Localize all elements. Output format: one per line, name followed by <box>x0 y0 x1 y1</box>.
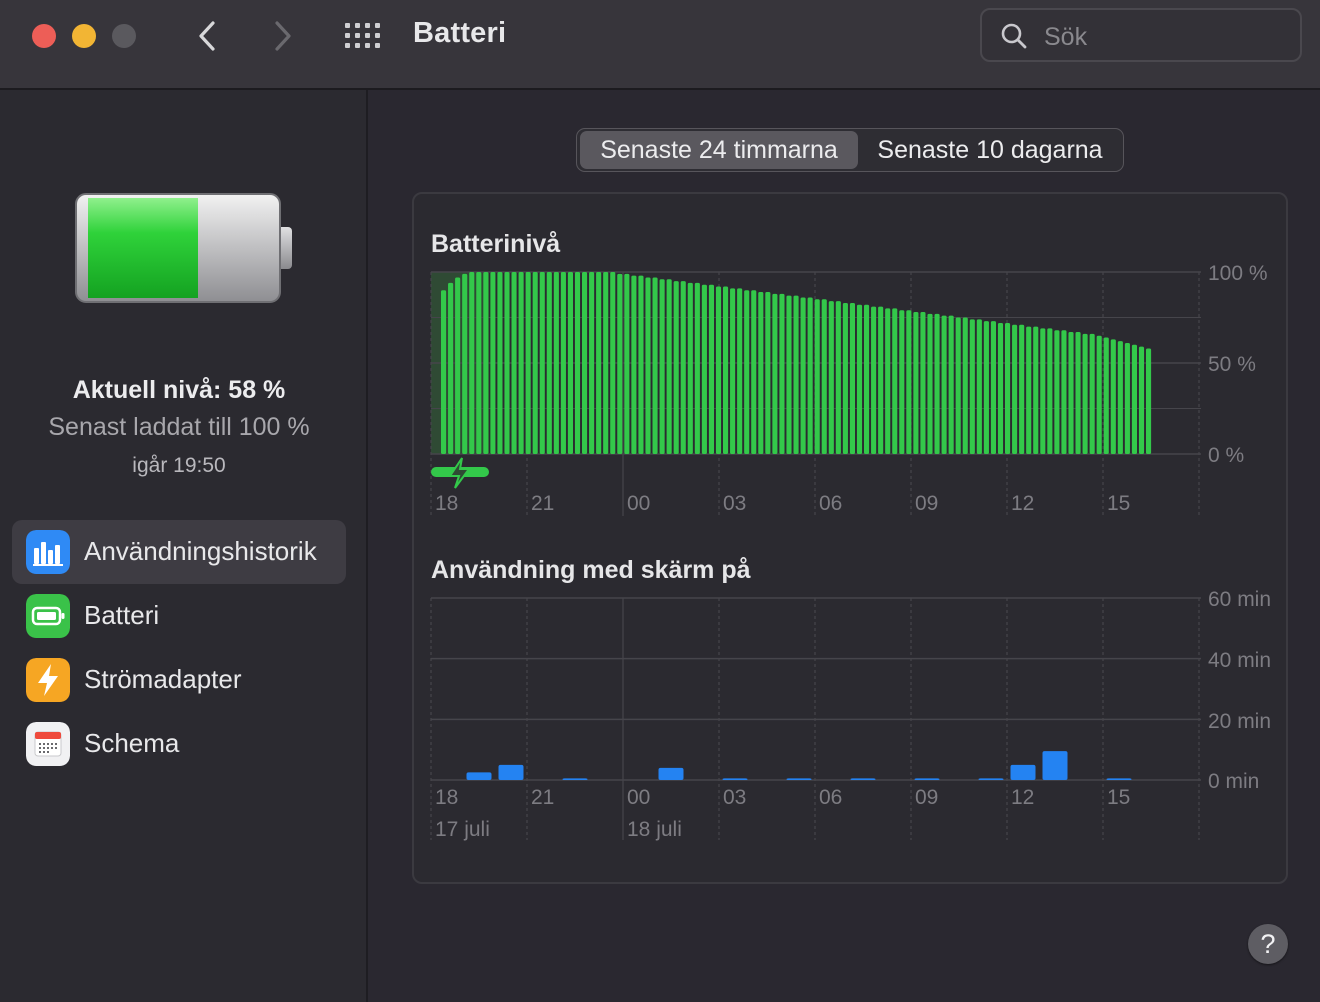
calendar-icon <box>26 722 70 766</box>
back-chevron-icon[interactable] <box>192 18 222 54</box>
usage-y-tick: 20 min <box>1208 710 1272 733</box>
battery-y-tick: 50 % <box>1208 353 1256 376</box>
battery-x-tick: 15 <box>1107 492 1131 515</box>
time-range-segmented-control: Senaste 24 timmarna Senaste 10 dagarna <box>576 128 1124 172</box>
last-charged-label: Senast laddat till 100 % <box>48 413 310 441</box>
battery-x-tick: 18 <box>435 492 459 515</box>
usage-x-tick: 18 <box>435 786 459 809</box>
help-button[interactable]: ? <box>1248 924 1288 964</box>
usage-y-tick: 60 min <box>1208 588 1272 611</box>
sidebar-item-label: Strömadapter <box>84 664 242 694</box>
current-level-label: Aktuell nivå: 58 % <box>72 376 286 404</box>
screen-on-chart-title: Användning med skärm på <box>431 556 751 584</box>
battery-x-tick: 03 <box>723 492 747 515</box>
minimize-window-button[interactable] <box>72 24 96 48</box>
battery-x-tick: 09 <box>915 492 939 515</box>
bar-chart-icon <box>26 530 70 574</box>
usage-date-label: 18 juli <box>627 818 682 841</box>
sidebar-item-battery[interactable]: Batteri <box>12 584 346 648</box>
usage-history-panel <box>412 192 1288 884</box>
sidebar: Aktuell nivå: 58 % Senast laddat till 10… <box>0 90 368 1002</box>
battery-level-icon <box>75 193 292 303</box>
sidebar-item-usage-history[interactable]: Användningshistorik <box>12 520 346 584</box>
bolt-icon <box>26 658 70 702</box>
window-title: Batteri <box>413 17 507 49</box>
battery-x-tick: 06 <box>819 492 843 515</box>
usage-x-tick: 09 <box>915 786 939 809</box>
search-field[interactable] <box>980 8 1302 62</box>
usage-date-label: 17 juli <box>435 818 490 841</box>
last-charged-time: igår 19:50 <box>132 454 226 477</box>
search-input[interactable] <box>1042 20 1286 54</box>
battery-icon <box>26 594 70 638</box>
battery-x-tick: 12 <box>1011 492 1035 515</box>
usage-x-tick: 15 <box>1107 786 1131 809</box>
title-bar: Batteri <box>0 0 1320 90</box>
show-all-grid-icon[interactable] <box>344 22 382 50</box>
usage-x-tick: 12 <box>1011 786 1035 809</box>
usage-x-tick: 06 <box>819 786 843 809</box>
battery-level-chart-title: Batterinivå <box>431 230 561 258</box>
sidebar-item-label: Batteri <box>84 600 160 630</box>
forward-chevron-icon[interactable] <box>268 18 298 54</box>
usage-x-tick: 03 <box>723 786 747 809</box>
battery-x-tick: 21 <box>531 492 555 515</box>
sidebar-item-power-adapter[interactable]: Strömadapter <box>12 648 346 712</box>
tab-last-24-hours[interactable]: Senaste 24 timmarna <box>580 131 858 169</box>
battery-y-tick: 100 % <box>1208 262 1268 285</box>
sidebar-item-schedule[interactable]: Schema <box>12 712 346 776</box>
usage-x-tick: 00 <box>627 786 651 809</box>
battery-y-tick: 0 % <box>1208 444 1245 467</box>
zoom-window-button[interactable] <box>112 24 136 48</box>
sidebar-item-label: Användningshistorik <box>84 536 317 566</box>
tab-last-10-days[interactable]: Senaste 10 dagarna <box>861 131 1119 169</box>
usage-x-tick: 21 <box>531 786 555 809</box>
sidebar-item-label: Schema <box>84 728 180 758</box>
search-icon <box>1001 23 1027 49</box>
usage-y-tick: 40 min <box>1208 649 1272 672</box>
usage-y-tick: 0 min <box>1208 770 1260 793</box>
close-window-button[interactable] <box>32 24 56 48</box>
battery-x-tick: 00 <box>627 492 651 515</box>
